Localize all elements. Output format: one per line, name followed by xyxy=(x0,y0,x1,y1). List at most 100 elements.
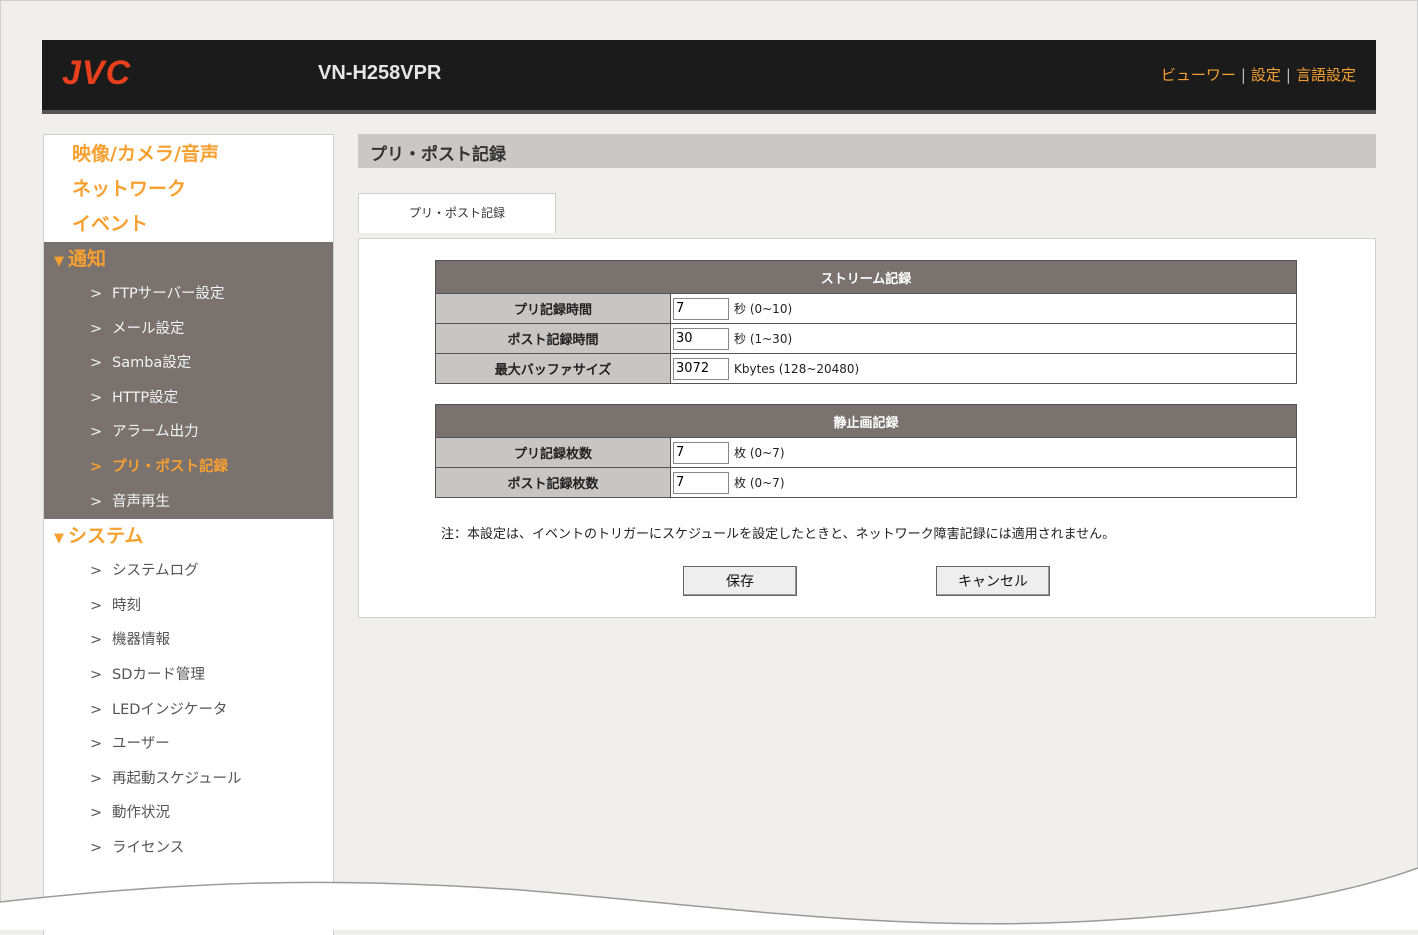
chevron-right-icon: > xyxy=(90,597,103,614)
sidebar-section-label: システム xyxy=(68,525,144,548)
chevron-right-icon: > xyxy=(90,493,103,510)
pre-recording-count-input[interactable] xyxy=(673,441,729,464)
sidebar-item-label: ユーザー xyxy=(112,736,170,753)
chevron-right-icon: > xyxy=(90,563,103,580)
sidebar-item-label: FTPサーバー設定 xyxy=(112,286,225,302)
sidebar-item-label: 再起動スケジュール xyxy=(112,770,242,787)
field-unit: 枚 (0~7) xyxy=(734,476,785,490)
language-link[interactable]: 言語設定 xyxy=(1296,66,1356,84)
sidebar-item-samba[interactable]: > Samba設定 xyxy=(44,346,333,381)
viewer-link[interactable]: ビューワー xyxy=(1161,66,1236,84)
sidebar-item-device-info[interactable]: > 機器情報 xyxy=(44,623,333,658)
sidebar-nav: 映像/カメラ/音声 ネットワーク イベント ▼ 通知 > FTPサーバー設定 > メー… xyxy=(43,134,334,935)
sidebar-section-video-camera-audio[interactable]: 映像/カメラ/音声 xyxy=(44,137,333,172)
field-cell: 枚 (0~7) xyxy=(670,437,1297,468)
sidebar-section-system[interactable]: ▼ システム xyxy=(44,519,333,554)
chevron-right-icon: > xyxy=(90,736,103,753)
sidebar-item-alarm-output[interactable]: > アラーム出力 xyxy=(44,415,333,450)
tab-pre-post-recording[interactable]: プリ・ポスト記録 xyxy=(358,193,556,233)
sidebar-item-label: 機器情報 xyxy=(112,632,170,649)
sidebar-item-label: ライセンス xyxy=(112,839,185,856)
chevron-right-icon: > xyxy=(90,320,103,337)
table-row: プリ記録時間 秒 (0~10) xyxy=(435,293,1297,324)
jvc-logo: JVC xyxy=(62,54,132,92)
sidebar-item-label: メール設定 xyxy=(112,320,185,337)
field-unit: 秒 (0~10) xyxy=(734,302,793,316)
expand-triangle-icon: ▼ xyxy=(54,254,64,269)
field-label: ポスト記録時間 xyxy=(435,323,671,354)
pre-recording-time-input[interactable] xyxy=(673,297,729,320)
chevron-right-icon: > xyxy=(90,770,103,787)
field-cell: 枚 (0~7) xyxy=(670,467,1297,498)
sidebar-section-network[interactable]: ネットワーク xyxy=(44,172,333,207)
stream-recording-table: ストリーム記録 プリ記録時間 秒 (0~10) ポスト記録時間 秒 (1~30)… xyxy=(435,260,1297,384)
sidebar-item-label: LEDインジケータ xyxy=(112,701,228,718)
chevron-right-icon: > xyxy=(90,286,103,302)
sidebar-item-user[interactable]: > ユーザー xyxy=(44,727,333,762)
sidebar-item-ftp[interactable]: > FTPサーバー設定 xyxy=(44,277,333,312)
settings-note: 注：本設定は、イベントのトリガーにスケジュールを設定したときと、ネットワーク障害… xyxy=(441,527,1116,542)
field-unit: 枚 (0~7) xyxy=(734,446,785,460)
sidebar-item-mail[interactable]: > メール設定 xyxy=(44,312,333,347)
chevron-right-icon: > xyxy=(90,458,103,475)
field-label: プリ記録時間 xyxy=(435,293,671,324)
cancel-button[interactable]: キャンセル xyxy=(936,566,1050,596)
sidebar-item-audio-playback[interactable]: > 音声再生 xyxy=(44,485,333,520)
sidebar-item-sd-card[interactable]: > SDカード管理 xyxy=(44,658,333,693)
page-title: プリ・ポスト記録 xyxy=(370,145,506,165)
model-name: VN-H258VPR xyxy=(318,62,442,84)
sidebar-item-label: HTTP設定 xyxy=(112,389,179,406)
table-heading: ストリーム記録 xyxy=(435,260,1297,294)
sidebar-item-label: 時刻 xyxy=(112,597,141,614)
table-heading: 静止画記録 xyxy=(435,404,1297,438)
sidebar-item-time[interactable]: > 時刻 xyxy=(44,589,333,624)
sidebar-item-pre-post-recording[interactable]: > プリ・ポスト記録 xyxy=(44,450,333,485)
field-unit: 秒 (1~30) xyxy=(734,332,793,346)
field-label: 最大バッファサイズ xyxy=(435,353,671,384)
sidebar-item-operation-status[interactable]: > 動作状況 xyxy=(44,796,333,831)
sidebar-item-label: プリ・ポスト記録 xyxy=(112,458,228,475)
sidebar-section-notify[interactable]: ▼ 通知 xyxy=(44,242,333,277)
field-unit: Kbytes (128~20480) xyxy=(734,361,860,376)
sidebar-item-label: SDカード管理 xyxy=(112,666,205,683)
post-recording-time-input[interactable] xyxy=(673,327,729,350)
field-cell: 秒 (0~10) xyxy=(670,293,1297,324)
table-row: ポスト記録枚数 枚 (0~7) xyxy=(435,467,1297,498)
chevron-right-icon: > xyxy=(90,355,103,372)
sidebar-item-label: 音声再生 xyxy=(112,493,170,510)
sidebar-item-led-indicator[interactable]: > LEDインジケータ xyxy=(44,693,333,728)
table-row: 最大バッファサイズ Kbytes (128~20480) xyxy=(435,353,1297,384)
link-separator: | xyxy=(1240,66,1246,84)
chevron-right-icon: > xyxy=(90,805,103,822)
page-title-bar: プリ・ポスト記録 xyxy=(358,134,1376,168)
sidebar-item-label: システムログ xyxy=(112,563,199,580)
sidebar-section-label: 通知 xyxy=(68,248,107,270)
sidebar-item-reboot-schedule[interactable]: > 再起動スケジュール xyxy=(44,762,333,797)
sidebar-item-label: Samba設定 xyxy=(112,355,192,372)
sidebar-section-event[interactable]: イベント xyxy=(44,207,333,242)
field-label: プリ記録枚数 xyxy=(435,437,671,468)
sidebar-group-system: ▼ システム > システムログ > 時刻 > 機器情報 > SDカード管理 > LEDインジ… xyxy=(44,519,333,865)
save-button[interactable]: 保存 xyxy=(683,566,797,596)
top-links: ビューワー | 設定 | 言語設定 xyxy=(1161,64,1356,85)
settings-link[interactable]: 設定 xyxy=(1251,66,1281,84)
sidebar-item-label: アラーム出力 xyxy=(112,424,199,441)
max-buffer-size-input[interactable] xyxy=(673,357,729,380)
field-cell: Kbytes (128~20480) xyxy=(670,353,1297,384)
field-cell: 秒 (1~30) xyxy=(670,323,1297,354)
post-recording-count-input[interactable] xyxy=(673,471,729,494)
still-image-recording-table: 静止画記録 プリ記録枚数 枚 (0~7) ポスト記録枚数 枚 (0~7) xyxy=(435,404,1297,498)
chevron-right-icon: > xyxy=(90,666,103,683)
sidebar-group-notify: ▼ 通知 > FTPサーバー設定 > メール設定 > Samba設定 > HTTP設定 >… xyxy=(44,242,333,520)
field-label: ポスト記録枚数 xyxy=(435,467,671,498)
expand-triangle-icon: ▼ xyxy=(54,531,64,547)
page-cutoff-wave xyxy=(0,867,1418,930)
settings-panel: ストリーム記録 プリ記録時間 秒 (0~10) ポスト記録時間 秒 (1~30)… xyxy=(358,238,1376,618)
chevron-right-icon: > xyxy=(90,424,103,441)
header-bar: JVC VN-H258VPR ビューワー | 設定 | 言語設定 xyxy=(42,40,1376,114)
sidebar-item-label: 動作状況 xyxy=(112,805,170,822)
chevron-right-icon: > xyxy=(90,632,103,649)
sidebar-item-http[interactable]: > HTTP設定 xyxy=(44,381,333,416)
sidebar-item-system-log[interactable]: > システムログ xyxy=(44,554,333,589)
link-separator: | xyxy=(1285,66,1291,84)
